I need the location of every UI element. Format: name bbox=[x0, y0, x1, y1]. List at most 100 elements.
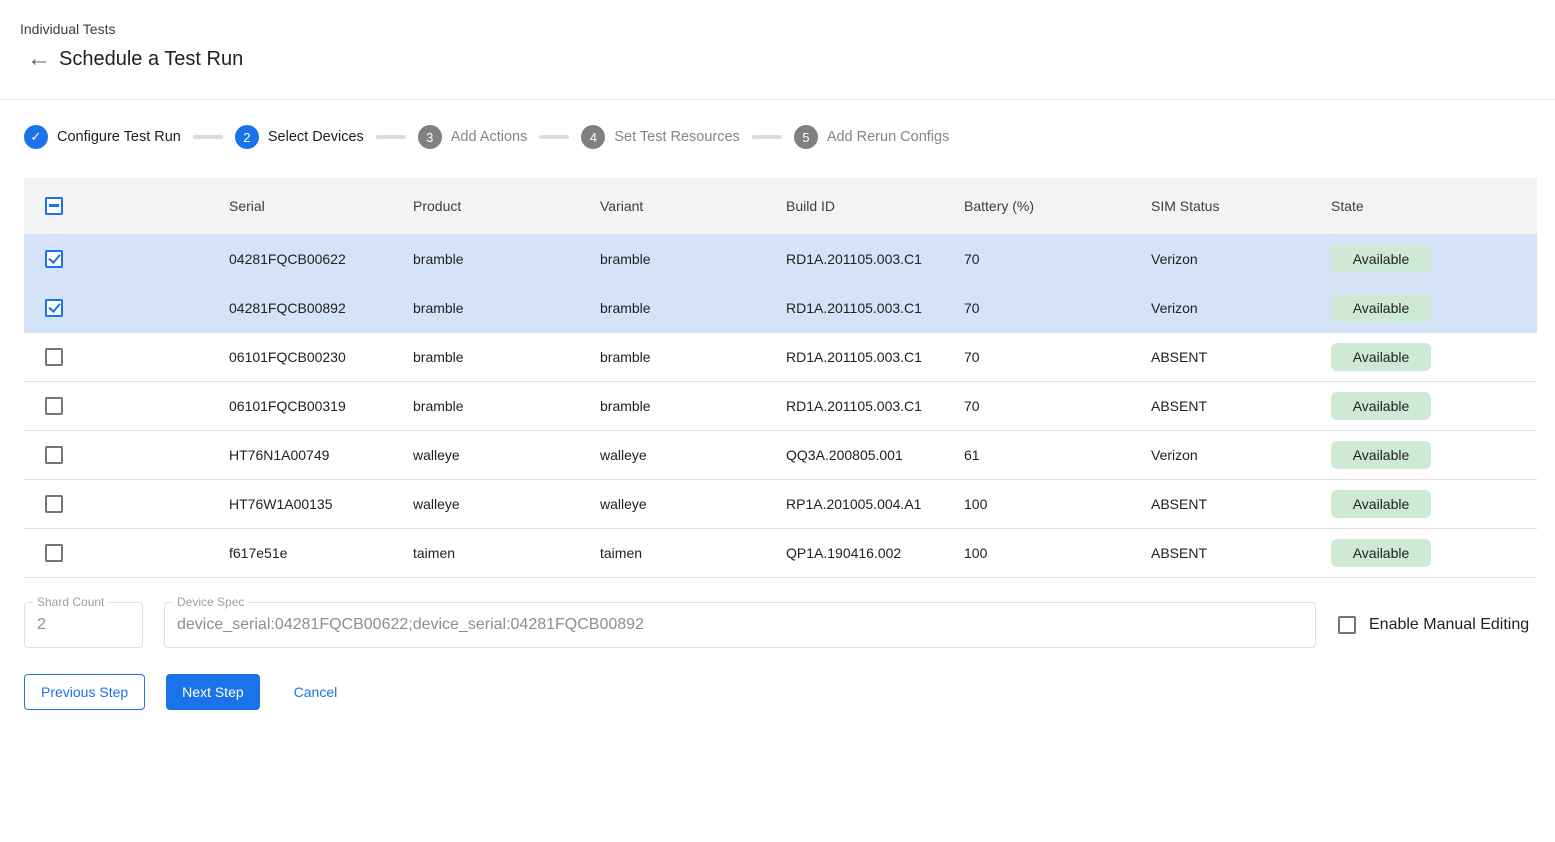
header-cell-serial: Serial bbox=[229, 178, 413, 234]
stepper-step-configure-test-run[interactable]: ✓ Configure Test Run bbox=[24, 125, 181, 149]
header-cell-sim-status: SIM Status bbox=[1151, 178, 1331, 234]
cell-product: bramble bbox=[413, 332, 600, 381]
cell-serial: 04281FQCB00622 bbox=[229, 234, 413, 283]
cell-build-id: RD1A.201105.003.C1 bbox=[786, 234, 964, 283]
device-table-row[interactable]: f617e51e taimen taimen QP1A.190416.002 1… bbox=[24, 528, 1537, 577]
enable-manual-editing-checkbox[interactable] bbox=[1338, 616, 1356, 634]
cell-product: bramble bbox=[413, 381, 600, 430]
state-badge: Available bbox=[1331, 490, 1431, 518]
cell-select bbox=[24, 528, 229, 577]
state-badge: Available bbox=[1331, 392, 1431, 420]
stepper-step-select-devices[interactable]: 2 Select Devices bbox=[235, 125, 364, 149]
device-spec-field[interactable]: Device Spec device_serial:04281FQCB00622… bbox=[164, 602, 1316, 648]
header-cell-variant: Variant bbox=[600, 178, 786, 234]
step-check-icon: ✓ bbox=[24, 125, 48, 149]
cell-variant: walleye bbox=[600, 479, 786, 528]
step-label: Select Devices bbox=[268, 129, 364, 145]
row-checkbox[interactable] bbox=[45, 348, 63, 366]
header-divider bbox=[0, 99, 1555, 100]
step-connector bbox=[752, 135, 782, 139]
device-table-row[interactable]: 06101FQCB00230 bramble bramble RD1A.2011… bbox=[24, 332, 1537, 381]
step-circle: 3 bbox=[418, 125, 442, 149]
header-cell-build-id: Build ID bbox=[786, 178, 964, 234]
cell-select bbox=[24, 234, 229, 283]
cell-build-id: RD1A.201105.003.C1 bbox=[786, 283, 964, 332]
cell-product: walleye bbox=[413, 430, 600, 479]
cell-serial: f617e51e bbox=[229, 528, 413, 577]
device-spec-value: device_serial:04281FQCB00622;device_seri… bbox=[177, 616, 644, 634]
cell-select bbox=[24, 381, 229, 430]
stepper-step-set-test-resources[interactable]: 4 Set Test Resources bbox=[581, 125, 739, 149]
schedule-test-run-page: Individual Tests ← Schedule a Test Run ✓… bbox=[0, 0, 1555, 710]
breadcrumb: Individual Tests bbox=[20, 21, 1531, 37]
cell-build-id: RD1A.201105.003.C1 bbox=[786, 381, 964, 430]
row-checkbox[interactable] bbox=[45, 397, 63, 415]
device-table-row[interactable]: 06101FQCB00319 bramble bramble RD1A.2011… bbox=[24, 381, 1537, 430]
cell-battery: 70 bbox=[964, 381, 1151, 430]
cell-variant: bramble bbox=[600, 332, 786, 381]
cell-serial: HT76N1A00749 bbox=[229, 430, 413, 479]
step-label: Set Test Resources bbox=[614, 129, 739, 145]
row-checkbox[interactable] bbox=[45, 299, 63, 317]
cell-select bbox=[24, 283, 229, 332]
state-badge: Available bbox=[1331, 343, 1431, 371]
header-cell-product: Product bbox=[413, 178, 600, 234]
state-badge: Available bbox=[1331, 441, 1431, 469]
title-row: ← Schedule a Test Run bbox=[27, 47, 1531, 71]
select-all-checkbox[interactable] bbox=[45, 197, 63, 215]
device-table-row[interactable]: 04281FQCB00892 bramble bramble RD1A.2011… bbox=[24, 283, 1537, 332]
enable-manual-editing[interactable]: Enable Manual Editing bbox=[1338, 616, 1529, 634]
device-table-row[interactable]: HT76N1A00749 walleye walleye QQ3A.200805… bbox=[24, 430, 1537, 479]
form-row: Shard Count 2 Device Spec device_serial:… bbox=[24, 602, 1531, 648]
cell-sim-status: Verizon bbox=[1151, 430, 1331, 479]
cell-state: Available bbox=[1331, 234, 1537, 283]
device-table-body: 04281FQCB00622 bramble bramble RD1A.2011… bbox=[24, 234, 1537, 577]
page-title: Schedule a Test Run bbox=[59, 48, 243, 71]
cell-state: Available bbox=[1331, 479, 1537, 528]
stepper-step-add-actions[interactable]: 3 Add Actions bbox=[418, 125, 528, 149]
cell-select bbox=[24, 430, 229, 479]
cell-sim-status: Verizon bbox=[1151, 283, 1331, 332]
step-label: Add Actions bbox=[451, 129, 528, 145]
next-step-button[interactable]: Next Step bbox=[166, 674, 259, 710]
shard-count-label: Shard Count bbox=[33, 595, 108, 609]
previous-step-button[interactable]: Previous Step bbox=[24, 674, 145, 710]
cancel-button[interactable]: Cancel bbox=[286, 674, 346, 710]
device-table-row[interactable]: HT76W1A00135 walleye walleye RP1A.201005… bbox=[24, 479, 1537, 528]
cell-product: walleye bbox=[413, 479, 600, 528]
cell-battery: 61 bbox=[964, 430, 1151, 479]
row-checkbox[interactable] bbox=[45, 446, 63, 464]
row-checkbox[interactable] bbox=[45, 495, 63, 513]
cell-battery: 70 bbox=[964, 283, 1151, 332]
device-table-row[interactable]: 04281FQCB00622 bramble bramble RD1A.2011… bbox=[24, 234, 1537, 283]
row-checkbox[interactable] bbox=[45, 544, 63, 562]
cell-serial: 04281FQCB00892 bbox=[229, 283, 413, 332]
cell-serial: HT76W1A00135 bbox=[229, 479, 413, 528]
cell-product: taimen bbox=[413, 528, 600, 577]
stepper-step-add-rerun-configs[interactable]: 5 Add Rerun Configs bbox=[794, 125, 950, 149]
cell-battery: 70 bbox=[964, 332, 1151, 381]
row-checkbox[interactable] bbox=[45, 250, 63, 268]
cell-variant: bramble bbox=[600, 234, 786, 283]
cell-battery: 70 bbox=[964, 234, 1151, 283]
cell-select bbox=[24, 332, 229, 381]
cell-battery: 100 bbox=[964, 479, 1151, 528]
back-arrow-icon[interactable]: ← bbox=[27, 47, 53, 71]
step-label: Add Rerun Configs bbox=[827, 129, 950, 145]
shard-count-value: 2 bbox=[37, 616, 46, 634]
step-circle: 5 bbox=[794, 125, 818, 149]
header-cell-state: State bbox=[1331, 178, 1537, 234]
cell-variant: walleye bbox=[600, 430, 786, 479]
shard-count-field[interactable]: Shard Count 2 bbox=[24, 602, 143, 648]
step-label: Configure Test Run bbox=[57, 129, 181, 145]
cell-sim-status: ABSENT bbox=[1151, 528, 1331, 577]
cell-sim-status: ABSENT bbox=[1151, 381, 1331, 430]
cell-sim-status: ABSENT bbox=[1151, 479, 1331, 528]
state-badge: Available bbox=[1331, 539, 1431, 567]
step-connector bbox=[376, 135, 406, 139]
cell-product: bramble bbox=[413, 234, 600, 283]
enable-manual-editing-label: Enable Manual Editing bbox=[1369, 616, 1529, 634]
step-connector bbox=[193, 135, 223, 139]
cell-state: Available bbox=[1331, 283, 1537, 332]
table-header-row: Serial Product Variant Build ID Battery … bbox=[24, 178, 1537, 234]
